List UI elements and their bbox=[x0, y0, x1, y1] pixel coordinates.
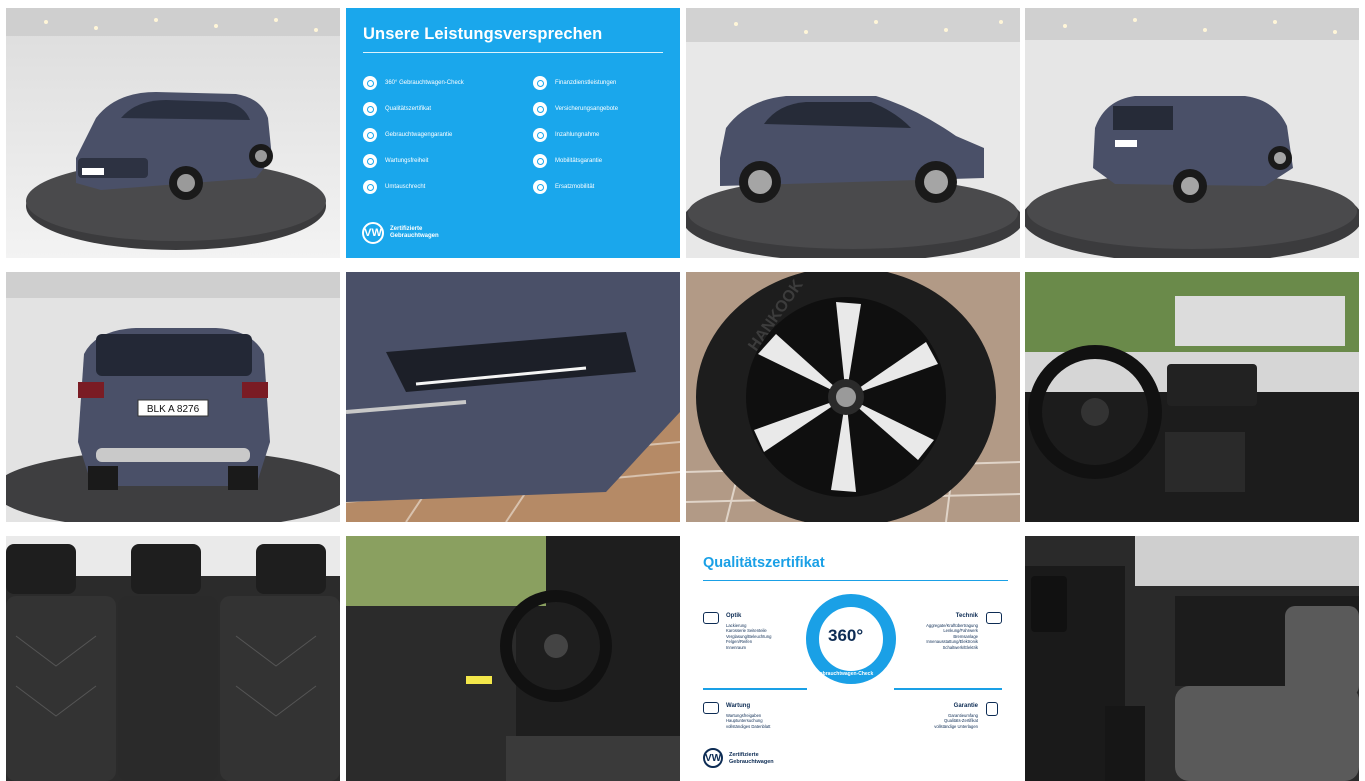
optik-block: Optik Lackierung Karosserie Seitenteile … bbox=[726, 613, 771, 651]
headlight-image bbox=[346, 272, 680, 522]
check-item: Karosserie Seitenteile bbox=[726, 628, 767, 634]
photo-front-left[interactable] bbox=[6, 8, 340, 258]
check-item: vollständiges Datenblatt bbox=[726, 723, 771, 729]
brand-text: Zertifizierte Gebrauchtwagen bbox=[390, 226, 439, 240]
photo-driver-door[interactable] bbox=[346, 536, 680, 781]
wheel-image: HANKOOK bbox=[686, 272, 1020, 522]
cockpit-image bbox=[1025, 272, 1359, 522]
leistungsversprechen-card[interactable]: Unsere Leistungsversprechen 360° Gebrauc… bbox=[346, 8, 680, 258]
service-item: Versicherungsangebote bbox=[533, 102, 618, 116]
divider bbox=[894, 688, 1002, 690]
service-item: Qualitätszertifikat bbox=[363, 102, 431, 116]
check-item: Innenraum bbox=[726, 644, 747, 650]
passenger-interior-image bbox=[1025, 536, 1359, 781]
block-heading: Technik bbox=[955, 613, 978, 619]
shield-check-icon bbox=[986, 702, 998, 716]
car-optik-icon bbox=[703, 612, 719, 624]
service-label: Wartungsfreiheit bbox=[385, 158, 429, 164]
vw-logo-icon: VW bbox=[703, 748, 723, 768]
check-item: vollständige Unterlagen bbox=[934, 723, 978, 729]
service-label: Versicherungsangebote bbox=[555, 106, 619, 112]
service-item: 360° Gebrauchtwagen-Check bbox=[363, 76, 464, 90]
service-item: Umtauschrecht bbox=[363, 180, 425, 194]
car-side-image bbox=[686, 8, 1020, 258]
check-item: Schaltwerk/Elektrik bbox=[942, 644, 978, 650]
photo-passenger-interior[interactable] bbox=[1025, 536, 1359, 781]
car-technik-icon bbox=[986, 612, 1002, 624]
divider bbox=[363, 52, 663, 53]
wrench-icon bbox=[363, 154, 377, 168]
photo-wheel[interactable]: HANKOOK bbox=[686, 272, 1020, 522]
certificate-icon bbox=[363, 102, 377, 116]
photo-rear-right[interactable] bbox=[1025, 8, 1359, 258]
photo-rear[interactable]: BLK A 8276 bbox=[6, 272, 340, 522]
technik-block: Technik Aggregate/Kraftübertragung Lenku… bbox=[908, 613, 978, 651]
ring-caption: Gebrauchtwagen-Check bbox=[816, 671, 874, 677]
block-heading: Garantie bbox=[953, 703, 978, 709]
car-rear-image: BLK A 8276 bbox=[6, 272, 340, 522]
exchange-icon bbox=[363, 180, 377, 194]
qualitaetszertifikat-card[interactable]: Qualitätszertifikat Optik Lackierung Kar… bbox=[686, 536, 1020, 781]
rear-seats-image bbox=[6, 536, 340, 781]
service-item: Inzahlungnahme bbox=[533, 128, 599, 142]
card-title: Qualitätszertifikat bbox=[703, 555, 825, 571]
service-item: Mobilitätsgarantie bbox=[533, 154, 602, 168]
driver-door-image bbox=[346, 536, 680, 781]
service-label: Qualitätszertifikat bbox=[385, 106, 432, 112]
brand-line: Gebrauchtwagen bbox=[729, 758, 774, 765]
photo-side[interactable] bbox=[686, 8, 1020, 258]
wartung-icon bbox=[703, 702, 719, 714]
photo-cockpit[interactable] bbox=[1025, 272, 1359, 522]
card-title: Unsere Leistungsversprechen bbox=[363, 25, 603, 43]
car-rear-right-image bbox=[1025, 8, 1359, 258]
service-label: Finanzdienstleistungen bbox=[555, 80, 617, 86]
check-360-icon bbox=[363, 76, 377, 90]
block-heading: Optik bbox=[726, 613, 742, 619]
service-label: Inzahlungnahme bbox=[555, 132, 600, 138]
trade-in-icon bbox=[533, 128, 547, 142]
service-item: Finanzdienstleistungen bbox=[533, 76, 616, 90]
divider bbox=[703, 580, 1008, 581]
replacement-car-icon bbox=[533, 180, 547, 194]
service-label: Ersatzmobilität bbox=[555, 184, 595, 190]
service-label: Gebrauchtwagengarantie bbox=[385, 132, 453, 138]
mobility-icon bbox=[533, 154, 547, 168]
service-item: Gebrauchtwagengarantie bbox=[363, 128, 452, 142]
license-plate-text: BLK A 8276 bbox=[147, 404, 200, 415]
service-label: 360° Gebrauchtwagen-Check bbox=[385, 80, 464, 86]
service-label: Mobilitätsgarantie bbox=[555, 158, 603, 164]
photo-rear-seats[interactable] bbox=[6, 536, 340, 781]
service-label: Umtauschrecht bbox=[385, 184, 426, 190]
brand-text: Zertifizierte Gebrauchtwagen bbox=[729, 752, 774, 765]
divider bbox=[703, 688, 807, 690]
block-heading: Wartung bbox=[726, 703, 751, 709]
wartung-block: Wartung Wartungsfreigaben Hauptuntersuch… bbox=[726, 703, 771, 729]
brand-line: Gebrauchtwagen bbox=[390, 233, 439, 239]
insurance-icon bbox=[533, 102, 547, 116]
car-front-left-image bbox=[6, 8, 340, 258]
garantie-block: Garantie Garantieumfang Qualitäts-Zertif… bbox=[908, 703, 978, 729]
service-item: Ersatzmobilität bbox=[533, 180, 594, 194]
brand-line: Zertifizierte bbox=[390, 226, 423, 232]
vw-logo-icon: VW bbox=[362, 222, 384, 244]
shield-icon bbox=[363, 128, 377, 142]
photo-headlight[interactable] bbox=[346, 272, 680, 522]
service-item: Wartungsfreiheit bbox=[363, 154, 428, 168]
finance-icon bbox=[533, 76, 547, 90]
ring-value: 360° bbox=[828, 626, 864, 645]
